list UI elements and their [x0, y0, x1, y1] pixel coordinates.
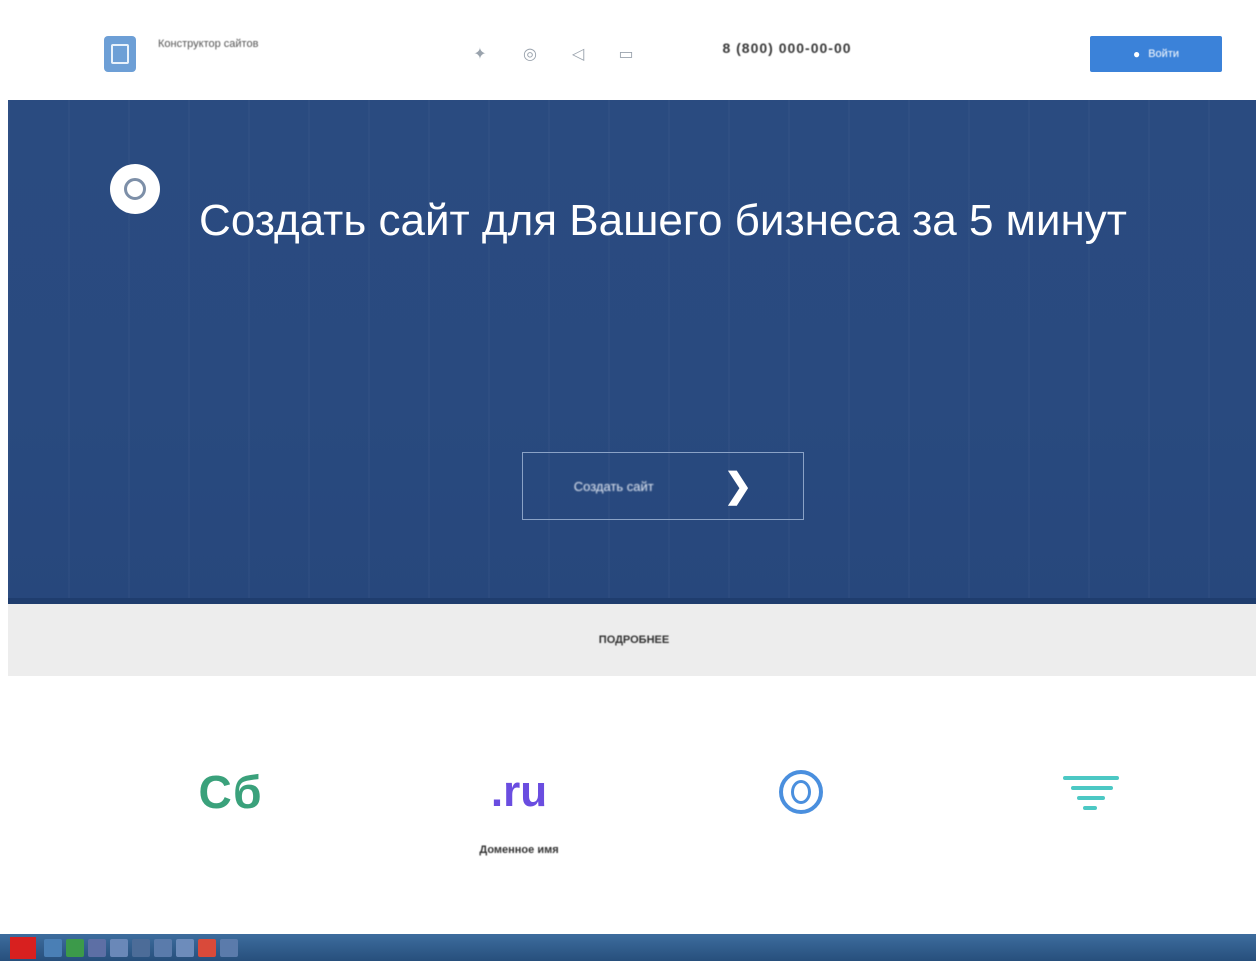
info-strip-link[interactable]: ПОДРОБНЕЕ [599, 634, 669, 646]
globe-icon [779, 770, 823, 814]
hero-badge-icon [110, 164, 160, 214]
ok-icon[interactable]: ◎ [518, 42, 542, 66]
taskbar-app-icon[interactable] [88, 939, 106, 957]
mail-icon[interactable]: ▭ [614, 42, 638, 66]
fb-icon[interactable]: ◁ [566, 42, 590, 66]
taskbar-app-icon[interactable] [154, 939, 172, 957]
taskbar-app-icon[interactable] [176, 939, 194, 957]
ru-domain-icon: .ru [490, 767, 548, 816]
brand-tagline [158, 56, 298, 66]
taskbar-app-icon[interactable] [198, 939, 216, 957]
user-icon: ● [1132, 47, 1141, 61]
brand-name[interactable]: Конструктор сайтов [158, 38, 398, 52]
taskbar-app-icon[interactable] [132, 939, 150, 957]
os-taskbar [0, 934, 1256, 961]
feature-item [956, 752, 1226, 844]
hero-section: Создать сайт для Вашего бизнеса за 5 мин… [8, 100, 1256, 604]
info-strip: ПОДРОБНЕЕ [8, 604, 1256, 676]
taskbar-app-icon[interactable] [66, 939, 84, 957]
create-site-button[interactable]: Создать сайт ❯ [522, 452, 804, 520]
chevron-right-icon: ❯ [723, 467, 753, 505]
hero-title: Создать сайт для Вашего бизнеса за 5 мин… [199, 196, 1127, 245]
phone-block: 8 (800) 000-00-00 [712, 36, 862, 56]
login-button[interactable]: ● Войти [1090, 36, 1222, 72]
feature-item: Сб [96, 752, 366, 844]
logo-icon[interactable] [104, 36, 136, 72]
taskbar-app-icon[interactable] [44, 939, 62, 957]
phone-number[interactable]: 8 (800) 000-00-00 [712, 40, 862, 56]
feature-item [666, 752, 936, 844]
secondary-contact-block [905, 32, 1055, 36]
vk-icon[interactable]: ✦ [468, 42, 492, 66]
start-button-icon[interactable] [10, 937, 36, 959]
taskbar-app-icon[interactable] [220, 939, 238, 957]
create-site-button-label: Создать сайт [573, 478, 654, 494]
lines-icon [1063, 772, 1119, 812]
feature-title: Доменное имя [479, 844, 559, 856]
site-header: Конструктор сайтов ✦ ◎ ◁ ▭ 8 (800) 000-0… [0, 0, 1256, 100]
feature-item: .ru Доменное имя [384, 752, 654, 864]
login-button-label: Войти [1148, 48, 1180, 60]
taskbar-app-icon[interactable] [110, 939, 128, 957]
sb-icon: Сб [198, 766, 264, 818]
